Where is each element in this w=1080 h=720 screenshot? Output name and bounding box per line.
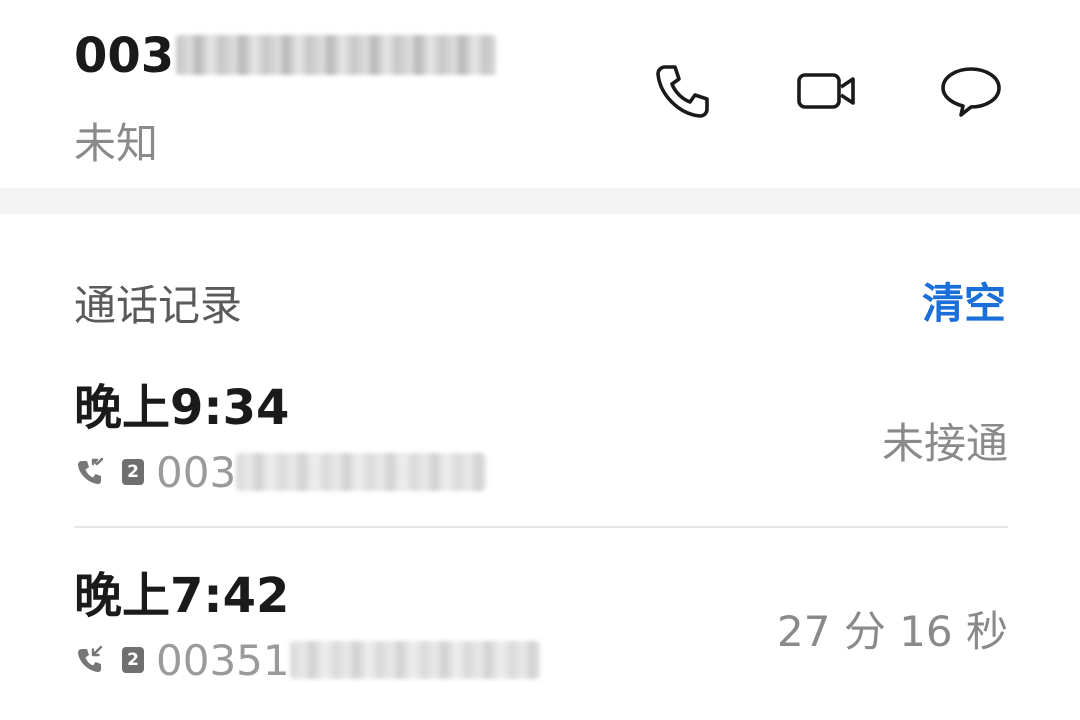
video-icon [797, 73, 855, 109]
call-log-title: 通话记录 [74, 281, 243, 330]
sim-badge: 2 [122, 647, 144, 673]
contact-number-text: 003 [74, 28, 175, 84]
contact-number: 003 [74, 28, 497, 84]
call-time: 晚上7:42 [74, 568, 290, 624]
call-status: 27 分 16 秒 [777, 607, 1008, 656]
video-call-button[interactable] [792, 56, 862, 126]
phone-icon [656, 65, 709, 118]
contact-location: 未知 [74, 119, 159, 168]
row-divider [74, 526, 1008, 528]
message-button[interactable] [936, 56, 1006, 126]
call-time: 晚上9:34 [74, 380, 290, 436]
incoming-call-icon [78, 645, 103, 672]
missed-call-icon [78, 457, 104, 484]
redacted-number-blur [289, 641, 540, 679]
call-button[interactable] [648, 56, 718, 126]
call-log-item[interactable]: 晚上7:42 2 00351 27 分 16 秒 [74, 550, 1008, 700]
contact-header: 003 未知 [0, 0, 1080, 188]
message-icon [941, 67, 1001, 117]
call-number: 003 [156, 447, 487, 497]
call-meta: 2 003 [74, 448, 487, 497]
call-status: 未接通 [881, 419, 1008, 468]
clear-button[interactable]: 清空 [922, 270, 1006, 331]
section-divider [0, 188, 1080, 214]
redacted-number-blur [176, 35, 497, 75]
call-number-text: 00351 [156, 635, 290, 685]
call-meta: 2 00351 [74, 636, 540, 685]
call-number-text: 003 [156, 447, 237, 497]
call-number: 00351 [156, 636, 540, 685]
redacted-number-blur [236, 453, 487, 491]
call-log-item[interactable]: 晚上9:34 2 003 未接通 [74, 362, 1008, 512]
sim-badge: 2 [122, 459, 144, 485]
